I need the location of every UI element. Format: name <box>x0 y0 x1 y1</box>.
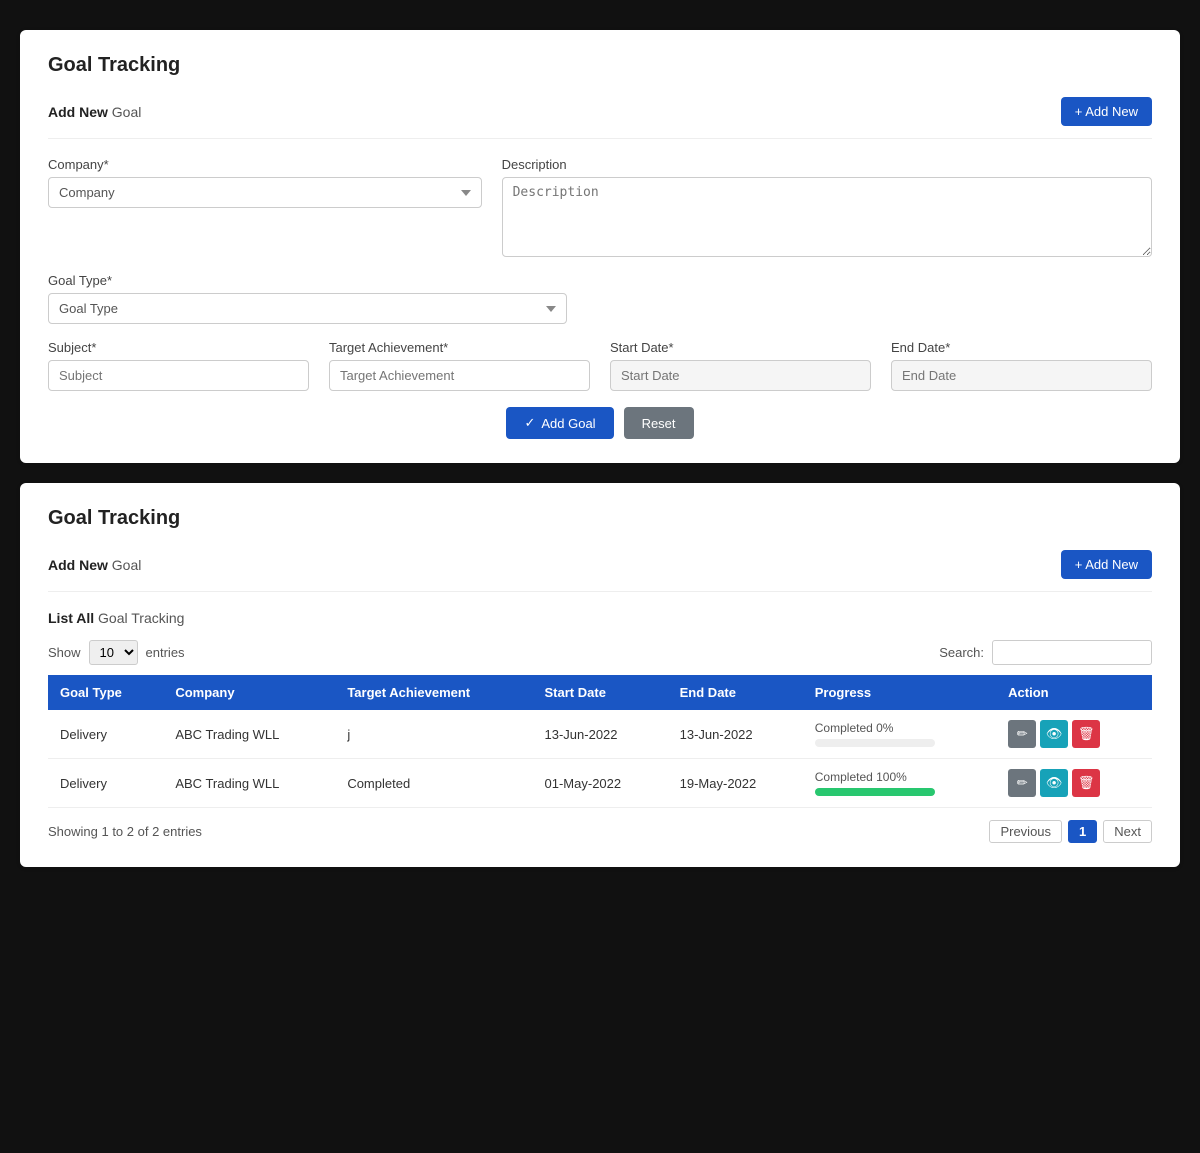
action-buttons: ✏ 👁 🗑 <box>1008 720 1140 748</box>
table-cell: ABC Trading WLL <box>163 759 335 808</box>
showing-text: Showing 1 to 2 of 2 entries <box>48 824 202 839</box>
edit-button[interactable]: ✏ <box>1008 720 1036 748</box>
progress-text: Completed 100% <box>815 770 984 784</box>
view-button[interactable]: 👁 <box>1040 720 1068 748</box>
table-cell: Delivery <box>48 710 163 759</box>
entries-label: entries <box>146 645 185 660</box>
reset-button[interactable]: Reset <box>624 407 694 439</box>
view-button[interactable]: 👁 <box>1040 769 1068 797</box>
end-date-label: End Date* <box>891 340 1152 355</box>
table-cell: 13-Jun-2022 <box>668 710 803 759</box>
table-controls: Show 10 25 50 entries Search: <box>48 640 1152 665</box>
table-cell: 19-May-2022 <box>668 759 803 808</box>
search-input[interactable] <box>992 640 1152 665</box>
table-cell: j <box>335 710 532 759</box>
form-row-subject-target: Subject* Target Achievement* Start Date*… <box>48 340 1152 391</box>
section-title-2: Add New Goal <box>48 557 141 573</box>
progress-bar-bg <box>815 739 935 747</box>
progress-cell: Completed 100% <box>803 759 996 808</box>
table-cell: Delivery <box>48 759 163 808</box>
form-row-company-description: Company* Company Description <box>48 157 1152 257</box>
start-date-input[interactable] <box>610 360 871 391</box>
target-group: Target Achievement* <box>329 340 590 391</box>
description-label: Description <box>502 157 1152 172</box>
goal-type-select[interactable]: Goal Type <box>48 293 567 324</box>
search-bar: Search: <box>939 640 1152 665</box>
table-header-company: Company <box>163 675 335 710</box>
target-label: Target Achievement* <box>329 340 590 355</box>
table-row: DeliveryABC Trading WLLj13-Jun-202213-Ju… <box>48 710 1152 759</box>
progress-bar-bg <box>815 788 935 796</box>
section-title-1: Add New Goal <box>48 104 141 120</box>
start-date-group: Start Date* <box>610 340 871 391</box>
goals-table: Goal TypeCompanyTarget AchievementStart … <box>48 675 1152 808</box>
add-new-button-2[interactable]: + Add New <box>1061 550 1152 579</box>
table-header-start-date: Start Date <box>533 675 668 710</box>
subject-group: Subject* <box>48 340 309 391</box>
add-goal-button[interactable]: Add Goal <box>506 407 613 439</box>
section-header-2: Add New Goal + Add New <box>48 550 1152 592</box>
delete-button[interactable]: 🗑 <box>1072 720 1100 748</box>
page-number[interactable]: 1 <box>1068 820 1097 843</box>
target-input[interactable] <box>329 360 590 391</box>
progress-text: Completed 0% <box>815 721 984 735</box>
table-cell: Completed <box>335 759 532 808</box>
table-header-target-achievement: Target Achievement <box>335 675 532 710</box>
search-label: Search: <box>939 645 984 660</box>
next-button[interactable]: Next <box>1103 820 1152 843</box>
progress-bar-fill <box>815 788 935 796</box>
subject-input[interactable] <box>48 360 309 391</box>
progress-cell: Completed 0% <box>803 710 996 759</box>
description-group: Description <box>502 157 1152 257</box>
table-header-goal-type: Goal Type <box>48 675 163 710</box>
action-buttons: ✏ 👁 🗑 <box>1008 769 1140 797</box>
list-header: List All Goal Tracking <box>48 610 1152 626</box>
table-header-action: Action <box>996 675 1152 710</box>
end-date-input[interactable] <box>891 360 1152 391</box>
page-title-2: Goal Tracking <box>48 507 1152 530</box>
pagination: Previous 1 Next <box>989 820 1152 843</box>
checkmark-icon <box>524 415 535 431</box>
form-actions: Add Goal Reset <box>48 407 1152 439</box>
show-label: Show <box>48 645 81 660</box>
description-input[interactable] <box>502 177 1152 257</box>
subject-label: Subject* <box>48 340 309 355</box>
previous-button[interactable]: Previous <box>989 820 1062 843</box>
table-header-end-date: End Date <box>668 675 803 710</box>
action-cell: ✏ 👁 🗑 <box>996 710 1152 759</box>
page-title-1: Goal Tracking <box>48 54 1152 77</box>
company-label: Company* <box>48 157 482 172</box>
delete-button[interactable]: 🗑 <box>1072 769 1100 797</box>
table-row: DeliveryABC Trading WLLCompleted01-May-2… <box>48 759 1152 808</box>
section-header-1: Add New Goal + Add New <box>48 97 1152 139</box>
show-entries: Show 10 25 50 entries <box>48 640 185 665</box>
company-group: Company* Company <box>48 157 482 257</box>
goal-type-group: Goal Type* Goal Type <box>48 273 567 324</box>
table-cell: 13-Jun-2022 <box>533 710 668 759</box>
goal-type-label: Goal Type* <box>48 273 567 288</box>
table-header-progress: Progress <box>803 675 996 710</box>
edit-button[interactable]: ✏ <box>1008 769 1036 797</box>
table-header-row: Goal TypeCompanyTarget AchievementStart … <box>48 675 1152 710</box>
add-new-button-1[interactable]: + Add New <box>1061 97 1152 126</box>
start-date-label: Start Date* <box>610 340 871 355</box>
table-cell: ABC Trading WLL <box>163 710 335 759</box>
table-footer: Showing 1 to 2 of 2 entries Previous 1 N… <box>48 820 1152 843</box>
action-cell: ✏ 👁 🗑 <box>996 759 1152 808</box>
form-row-goaltype: Goal Type* Goal Type <box>48 273 1152 324</box>
entries-select[interactable]: 10 25 50 <box>89 640 138 665</box>
table-cell: 01-May-2022 <box>533 759 668 808</box>
company-select[interactable]: Company <box>48 177 482 208</box>
end-date-group: End Date* <box>891 340 1152 391</box>
